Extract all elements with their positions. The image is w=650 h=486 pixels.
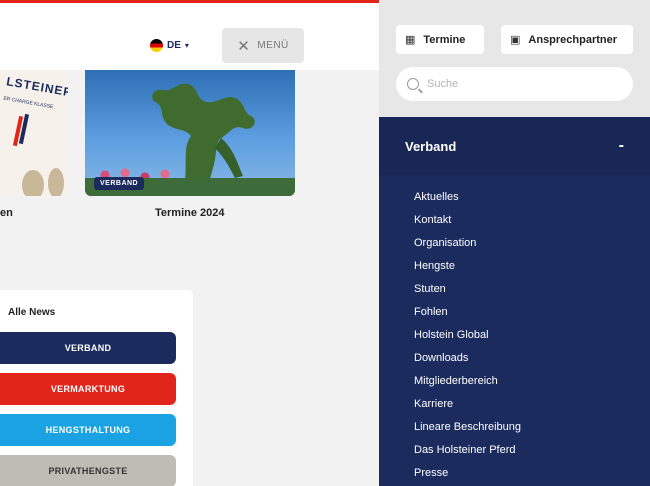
news-card-image-1[interactable]: LSTEINER ER CHARGE KLASSE: [0, 70, 68, 196]
contact-card-icon: ▣: [510, 34, 521, 46]
nav-item-holstein-global[interactable]: Holstein Global: [379, 324, 650, 347]
news-card-image-2[interactable]: VERBAND: [85, 70, 295, 196]
decor-shape: [22, 170, 44, 196]
nav-item-hengste[interactable]: Hengste: [379, 255, 650, 278]
category-button-verband[interactable]: VERBAND: [0, 332, 176, 364]
ansprechpartner-button[interactable]: ▣ Ansprechpartner: [501, 25, 633, 54]
nav-item-kontakt[interactable]: Kontakt: [379, 209, 650, 232]
nav-item-mitgliederbereich[interactable]: Mitgliederbereich: [379, 370, 650, 393]
nav-section-title: Verband: [405, 138, 457, 154]
card-logo-text: LSTEINER: [5, 74, 68, 100]
menu-panel: ▦ Termine ▣ Ansprechpartner Verband - Ak…: [379, 0, 650, 486]
nav-item-karriere[interactable]: Karriere: [379, 393, 650, 416]
nav-item-holsteiner-pferd[interactable]: Das Holsteiner Pferd: [379, 439, 650, 462]
news-filter-box: Alle News VERBAND VERMARKTUNG HENGSTHALT…: [0, 290, 193, 486]
chevron-down-icon: ▾: [184, 41, 189, 50]
category-button-vermarktung[interactable]: VERMARKTUNG: [0, 373, 176, 405]
category-button-hengsthaltung[interactable]: HENGSTHALTUNG: [0, 414, 176, 446]
news-card-title-2[interactable]: Termine 2024: [155, 207, 225, 219]
calendar-icon: ▦: [405, 34, 416, 46]
nav-section: Verband - Aktuelles Kontakt Organisation…: [379, 117, 650, 486]
search-icon: [407, 78, 419, 90]
ansprechpartner-label: Ansprechpartner: [528, 33, 618, 46]
news-filter-title: Alle News: [8, 307, 56, 318]
search-input[interactable]: [427, 78, 607, 90]
search-bar[interactable]: [396, 67, 633, 101]
nav-item-presse[interactable]: Presse: [379, 462, 650, 485]
nav-item-fohlen[interactable]: Fohlen: [379, 301, 650, 324]
nav-item-aktuelles[interactable]: Aktuelles: [379, 186, 650, 209]
decor-shape: [48, 168, 64, 196]
termine-button[interactable]: ▦ Termine: [396, 25, 484, 54]
collapse-icon[interactable]: -: [619, 137, 624, 155]
top-bar: DE ▾ ✕ MENÜ: [0, 0, 379, 70]
nav-item-downloads[interactable]: Downloads: [379, 347, 650, 370]
main-content: DE ▾ ✕ MENÜ LSTEINER ER CHARGE KLASSE en: [0, 0, 379, 486]
german-flag-icon: [150, 39, 163, 52]
language-label: DE: [167, 40, 181, 51]
termine-label: Termine: [423, 33, 466, 46]
category-button-privathengste[interactable]: PRIVATHENGSTE: [0, 455, 176, 486]
card-logo-subtext: ER CHARGE KLASSE: [2, 95, 54, 111]
menu-label: MENÜ: [257, 40, 289, 51]
close-icon: ✕: [237, 37, 251, 55]
nav-list: Aktuelles Kontakt Organisation Hengste S…: [379, 175, 650, 485]
language-switcher[interactable]: DE ▾: [150, 39, 189, 52]
nav-item-lineare-beschreibung[interactable]: Lineare Beschreibung: [379, 416, 650, 439]
nav-section-header[interactable]: Verband -: [379, 117, 650, 175]
category-badge: VERBAND: [94, 177, 145, 190]
nav-item-stuten[interactable]: Stuten: [379, 278, 650, 301]
page: DE ▾ ✕ MENÜ LSTEINER ER CHARGE KLASSE en: [0, 0, 650, 486]
nav-item-organisation[interactable]: Organisation: [379, 232, 650, 255]
menu-close-button[interactable]: ✕ MENÜ: [222, 28, 304, 63]
news-card-title-1[interactable]: en: [0, 207, 13, 219]
